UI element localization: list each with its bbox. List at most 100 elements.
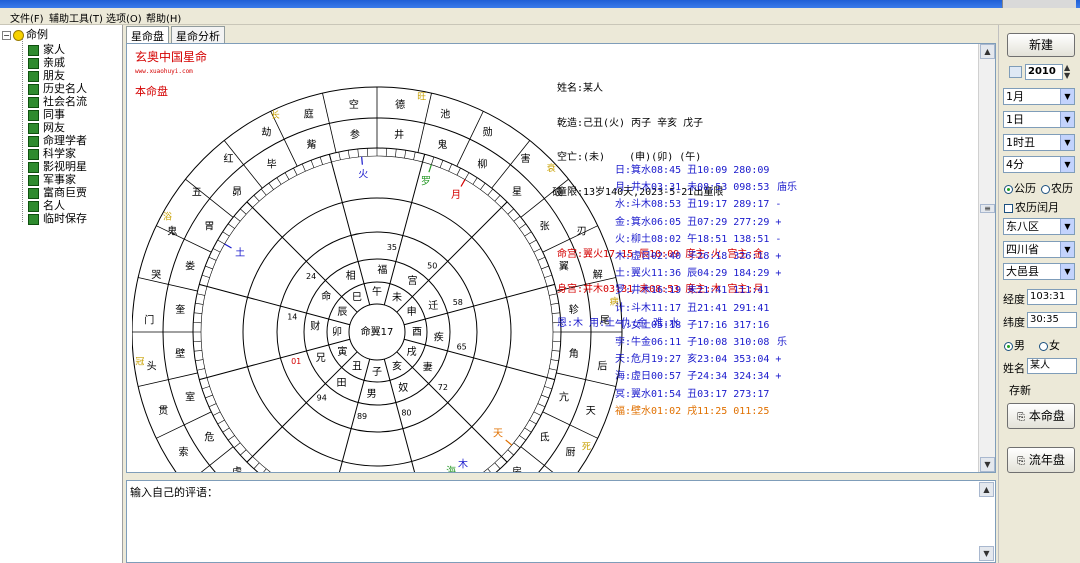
tree-item[interactable]: 网友: [28, 119, 65, 134]
degree-tick: [260, 188, 267, 196]
title-bar: [0, 0, 1080, 8]
tab-star-chart[interactable]: 星命盘: [126, 26, 169, 43]
chevron-down-icon[interactable]: ▼: [1060, 219, 1074, 234]
collapse-icon[interactable]: −: [2, 30, 11, 40]
astrology-chart: 玄奥中国星命 www.xuaohuyi.com 本命盘命翼17 午 未申酉戌亥子丑寅卯辰…: [132, 49, 623, 472]
chevron-down-icon[interactable]: ▼: [1060, 112, 1074, 127]
house-divider: [383, 154, 426, 306]
mansion-label: 觜: [307, 138, 317, 151]
tree-item[interactable]: 家人: [28, 41, 65, 56]
shensha-label: 劫: [261, 126, 271, 139]
tree-item[interactable]: 临时保存: [28, 210, 87, 225]
tree-item[interactable]: 亲戚: [28, 54, 65, 69]
natal-chart-button[interactable]: ⎘ 本命盘: [1007, 403, 1075, 429]
hour-value: 1时丑: [1006, 136, 1035, 149]
chevron-down-icon[interactable]: ▼: [1060, 264, 1074, 279]
year-spinner-icon[interactable]: ▲ ▼: [1064, 64, 1070, 80]
timezone-select[interactable]: 东八区 ▼: [1003, 218, 1075, 235]
tree-root[interactable]: − 命例: [2, 26, 48, 42]
year-field[interactable]: 2010: [1025, 64, 1063, 80]
branch-label: 卯: [332, 326, 342, 338]
branch-label: 亥: [392, 360, 402, 373]
degree-tick: [529, 239, 537, 245]
tree-item[interactable]: 社会名流: [28, 93, 87, 108]
planet-marker: 海: [446, 465, 456, 472]
scroll-thumb[interactable]: ≡: [980, 204, 995, 213]
menu-options[interactable]: 选项(O): [106, 10, 142, 25]
shensha-label: 厨: [565, 447, 575, 459]
degree-tick: [193, 312, 202, 314]
menu-help[interactable]: 帮助(H): [146, 10, 181, 25]
degree-tick: [319, 156, 323, 165]
mansion-divider: [138, 372, 198, 387]
degree-tick: [413, 151, 416, 160]
degree-tick: [310, 160, 315, 168]
degree-tick: [196, 368, 205, 371]
changsheng-label: 衰: [547, 162, 556, 174]
star-row: 金:箕水06:05 丑07:29 277:29 +: [615, 213, 781, 228]
county-select[interactable]: 大邑县 ▼: [1003, 263, 1075, 280]
chart-scrollbar[interactable]: ▲ ≡ ▼: [978, 44, 995, 472]
planet-marker: 火: [358, 169, 368, 181]
name-field[interactable]: 某人: [1027, 358, 1077, 374]
chevron-down-icon[interactable]: ▼: [1060, 135, 1074, 150]
degree-tick: [456, 167, 461, 176]
day-select[interactable]: 1日 ▼: [1003, 111, 1075, 128]
chevron-down-icon[interactable]: ▼: [1060, 89, 1074, 104]
tree-item[interactable]: 命理学者: [28, 132, 87, 147]
tree-item[interactable]: 军事家: [28, 171, 76, 186]
latitude-field[interactable]: 30:35: [1027, 312, 1077, 328]
degree-tick: [205, 394, 213, 399]
province-select[interactable]: 四川省 ▼: [1003, 241, 1075, 258]
nongli-radio[interactable]: 农历: [1041, 180, 1073, 196]
degree-tick: [263, 468, 267, 472]
degree-tick: [439, 160, 444, 168]
comment-scroll-up-icon[interactable]: ▲: [979, 482, 994, 497]
tree-item[interactable]: 影视明星: [28, 158, 87, 173]
longitude-field[interactable]: 103:31: [1027, 289, 1077, 305]
window-controls[interactable]: [1002, 0, 1076, 8]
shensha-label: 勋: [483, 126, 493, 139]
tab-star-analysis[interactable]: 星命分析: [171, 26, 225, 43]
star-row-text: 木:虚日02:40 子26:18 326:18 +: [615, 251, 782, 262]
mansion-label: 昴: [232, 186, 242, 198]
leap-month-checkbox[interactable]: 农历闰月: [1004, 199, 1059, 215]
tree-item[interactable]: 历史名人: [28, 80, 87, 95]
changsheng-label: 长: [271, 109, 280, 121]
menu-tools[interactable]: 辅助工具(T): [49, 10, 103, 25]
branch-label: 未: [392, 291, 402, 303]
degree-tick: [533, 411, 542, 416]
mansion-label: 星: [512, 186, 522, 198]
annual-chart-label: 流年盘: [1028, 453, 1065, 467]
gongli-radio[interactable]: 公历: [1004, 180, 1036, 196]
degree-tick: [240, 449, 247, 456]
star-row-text: 冥:翼水01:54 丑03:17 273:17: [615, 388, 770, 400]
month-select[interactable]: 1月 ▼: [1003, 88, 1075, 105]
star-row-text: 海:虚日00:57 子24:34 324:34 +: [615, 371, 782, 383]
menu-file[interactable]: 文件(F): [10, 10, 44, 25]
day-value: 1日: [1006, 113, 1024, 126]
scroll-down-icon[interactable]: ▼: [980, 457, 995, 472]
new-button[interactable]: 新建: [1007, 33, 1075, 57]
tree-item[interactable]: 科学家: [28, 145, 76, 160]
chevron-down-icon[interactable]: ▼: [1060, 242, 1074, 257]
annual-chart-button[interactable]: ⎘ 流年盘: [1007, 447, 1075, 473]
tree-item[interactable]: 同事: [28, 106, 65, 121]
chevron-down-icon[interactable]: ▼: [1060, 157, 1074, 172]
shensha-label: 头: [147, 361, 157, 373]
mansion-label: 参: [350, 128, 360, 141]
comment-scroll-down-icon[interactable]: ▼: [979, 546, 994, 561]
tree-item[interactable]: 朋友: [28, 67, 65, 82]
tree-item[interactable]: 富商巨贾: [28, 184, 87, 199]
tree-item[interactable]: 名人: [28, 197, 65, 212]
star-row: 罗:井木16:19 未21:41 111:41: [615, 281, 769, 296]
female-radio[interactable]: 女: [1039, 337, 1060, 353]
minute-select[interactable]: 4分 ▼: [1003, 156, 1075, 173]
hour-select[interactable]: 1时丑 ▼: [1003, 134, 1075, 151]
comment-box[interactable]: 输入自己的评语： ▲ ▼: [126, 480, 996, 563]
mansion-divider: [200, 446, 234, 472]
mansion-label: 胃: [204, 221, 214, 233]
male-radio[interactable]: 男: [1004, 337, 1025, 353]
scroll-up-icon[interactable]: ▲: [980, 44, 995, 59]
branch-label: 酉: [412, 327, 422, 338]
